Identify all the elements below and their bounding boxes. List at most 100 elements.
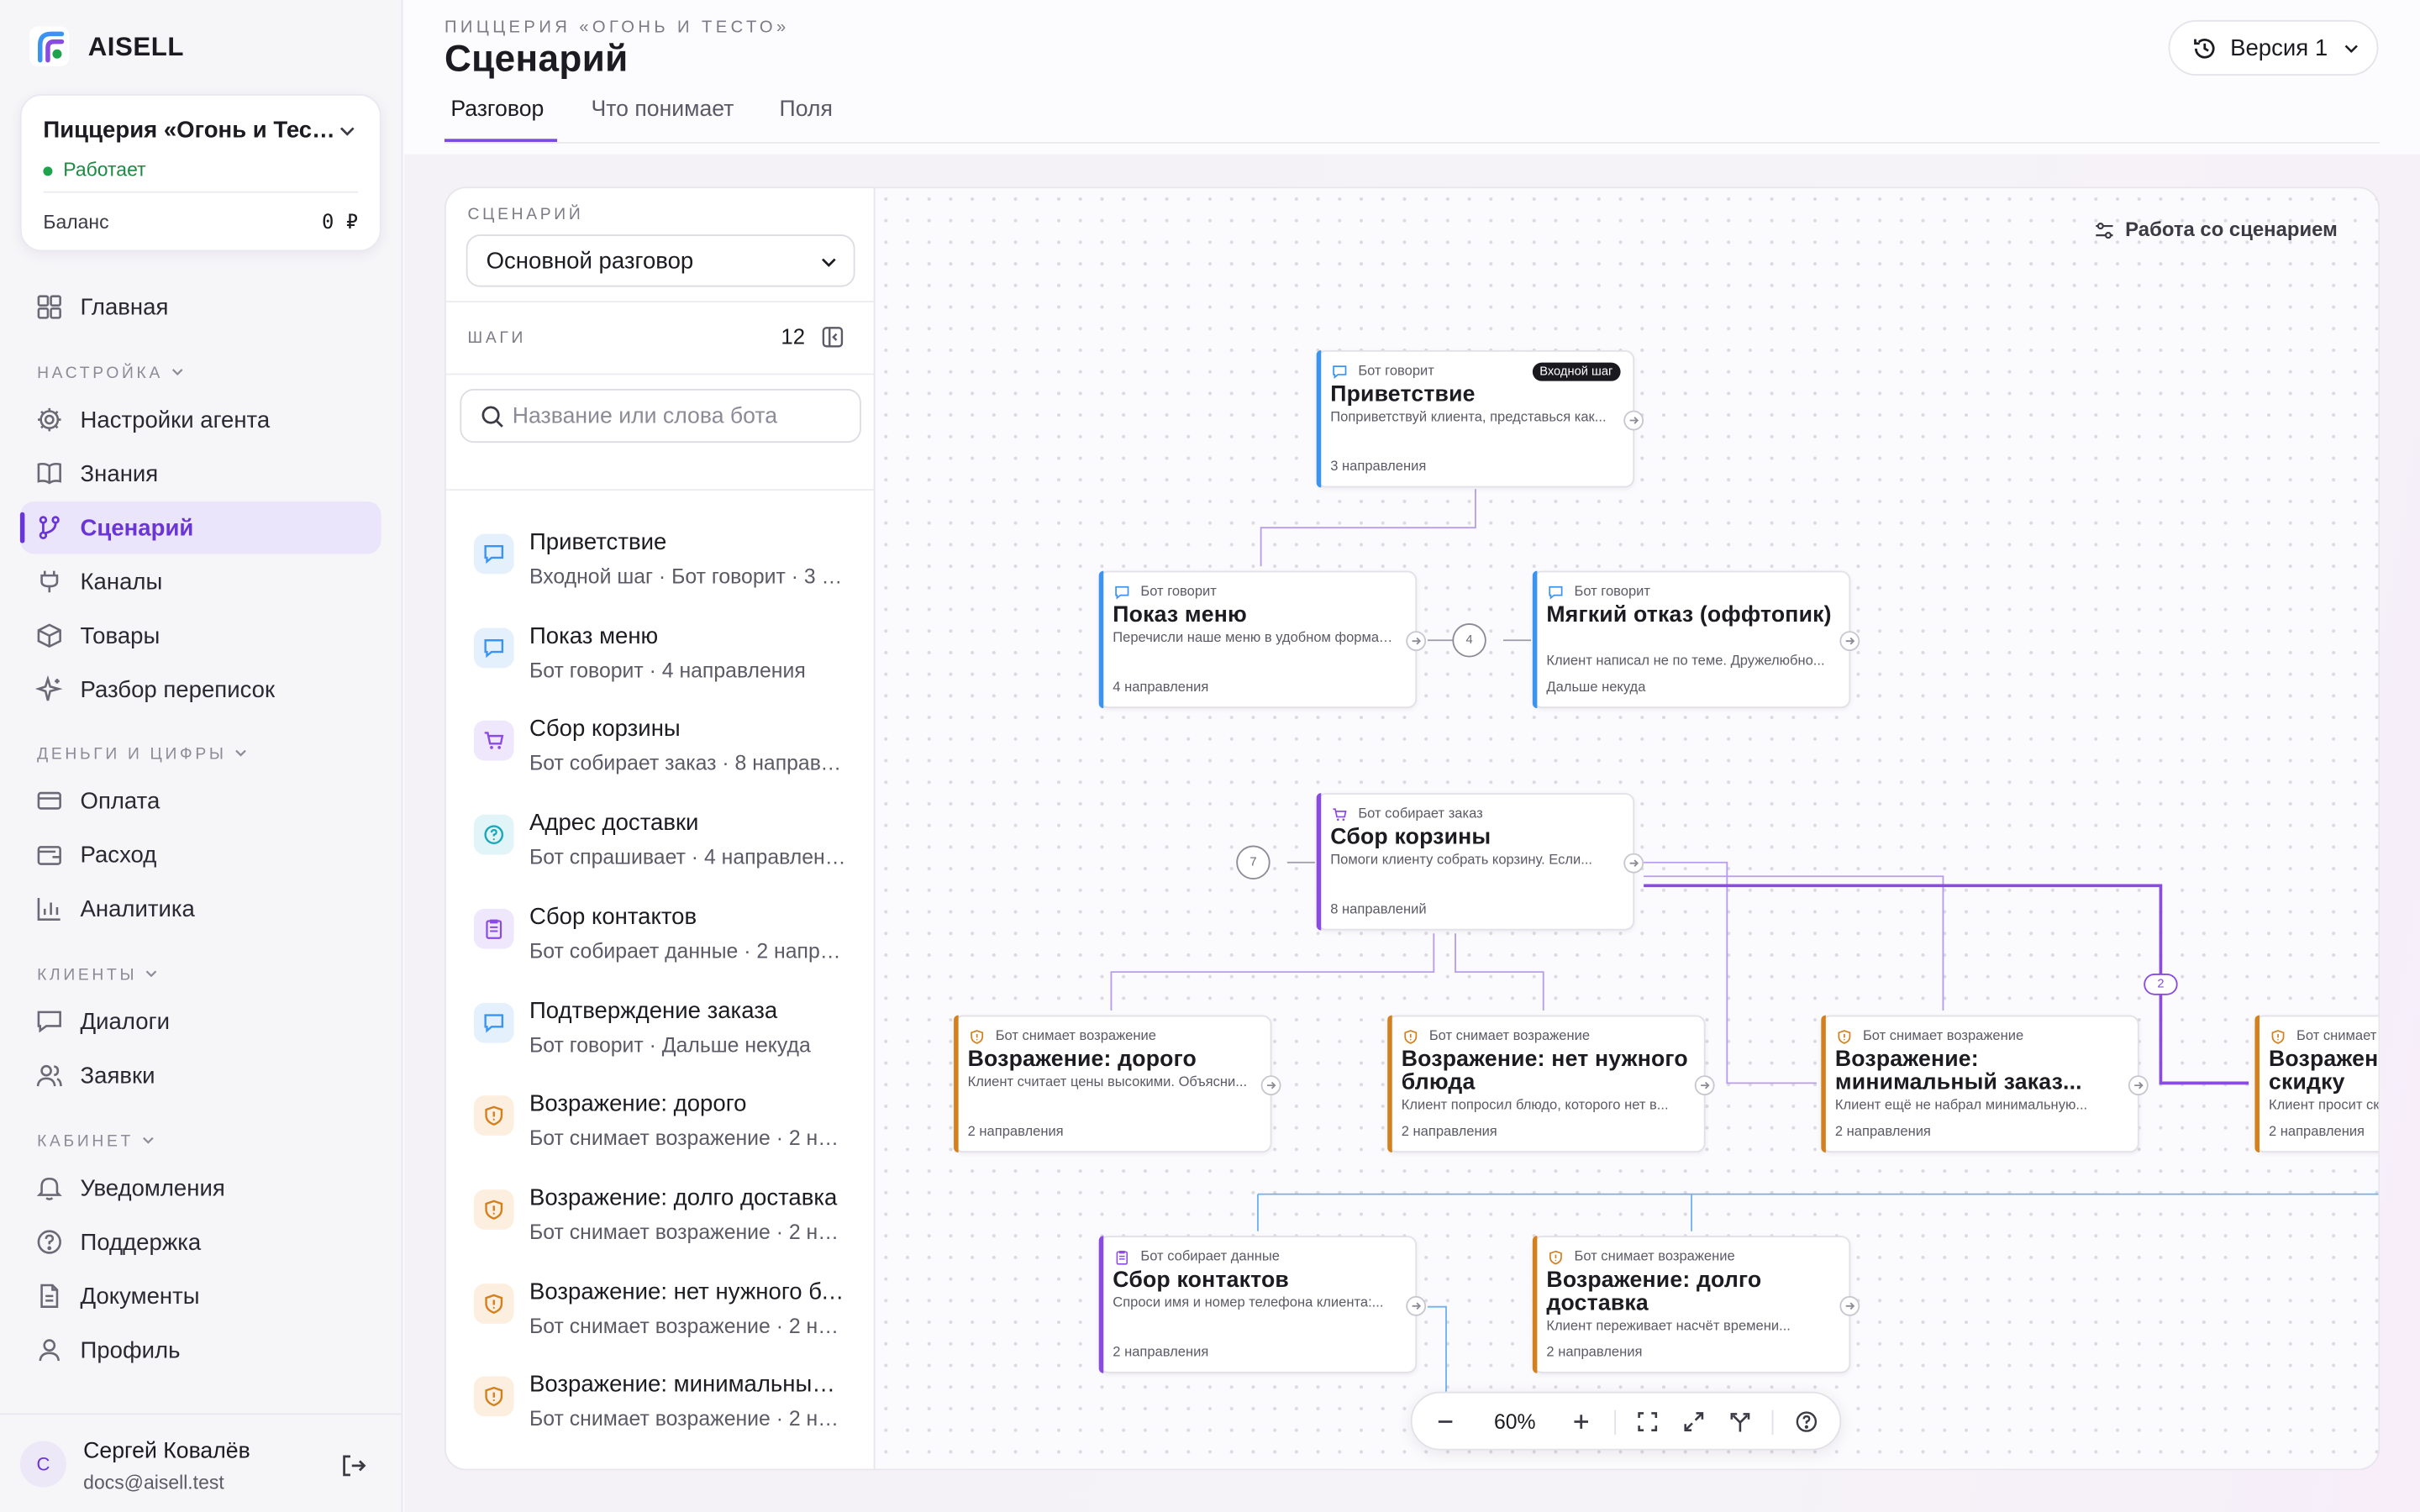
chat-icon (1549, 585, 1563, 600)
node-description: Спроси имя и номер телефона клиента:... (1113, 1294, 1384, 1310)
step-item[interactable]: Возражение: дорого Бот снимает возражение… (446, 1085, 874, 1178)
zoom-in-icon[interactable] (1570, 1410, 1593, 1434)
step-item[interactable]: Показ меню Бот говорит · 4 направления (446, 617, 874, 709)
auto-layout-icon[interactable] (1728, 1410, 1752, 1434)
version-selector[interactable]: Версия 1 (2168, 19, 2379, 76)
node-output-port[interactable] (2128, 1075, 2149, 1096)
node-output-port[interactable] (1406, 631, 1427, 652)
nav-profile[interactable]: Профиль (20, 1324, 381, 1376)
zoom-out-icon[interactable] (1434, 1410, 1457, 1434)
node-type: Бот снимает возражение (995, 1027, 1156, 1043)
scenario-node[interactable]: Бот говорит Мягкий отказ (оффтопик) Клиент… (1532, 570, 1860, 709)
connector-badge[interactable]: 7 (1236, 845, 1270, 879)
collapse-panel-icon[interactable] (821, 326, 844, 349)
node-directions: 3 направления (1330, 458, 1427, 474)
tab-conversation[interactable]: Разговор (450, 97, 544, 122)
node-output-port[interactable] (1623, 853, 1644, 874)
shield-icon (971, 1030, 984, 1044)
step-item[interactable]: Возражение: долго доставка Бот снимает во… (446, 1179, 874, 1271)
node-output-port[interactable] (1694, 1075, 1715, 1096)
scenario-node[interactable]: Бот говорит Входной шаг Приветствие Поприве… (1316, 349, 1644, 488)
node-description: Помоги клиенту собрать корзину. Если... (1330, 851, 1593, 868)
scenario-canvas[interactable]: Работа со сценарием Бот говорит Входной ш… (875, 186, 2381, 1471)
shield-icon (1404, 1030, 1418, 1044)
chat-icon (37, 1011, 61, 1033)
section-clients[interactable]: КЛИЕНТЫ (37, 966, 157, 984)
nav-analytics[interactable]: Аналитика (20, 883, 381, 935)
step-item[interactable]: Возражение: хочет скидку (446, 1460, 874, 1469)
step-search[interactable] (460, 388, 861, 444)
divider (445, 301, 874, 302)
step-item[interactable]: Сбор корзины Бот собирает заказ · 8 напра… (446, 711, 874, 803)
connector-badge[interactable]: 2 (2144, 973, 2178, 995)
nav-label: Главная (80, 294, 169, 322)
node-title: Мягкий отказ (оффтопик) (1546, 603, 1832, 628)
org-card[interactable]: Пиццерия «Огонь и Тесто» Работает Баланс… (19, 94, 381, 252)
step-item[interactable]: Возражение: нет нужного блюда Бот снимает… (446, 1273, 874, 1365)
nav-knowledge[interactable]: Знания (20, 448, 381, 500)
section-settings[interactable]: НАСТРОЙКА (37, 364, 183, 383)
expand-icon[interactable] (1682, 1410, 1706, 1434)
scenario-node[interactable]: Бот снимает возражение Возражение: дорого… (954, 1015, 1281, 1153)
scenario-node[interactable]: Бот снимает возражение Возражение: минима… (1821, 1015, 2149, 1153)
zoom-level: 60% (1493, 1410, 1536, 1434)
nav-scenario[interactable]: Сценарий (19, 501, 381, 554)
nav-channels[interactable]: Каналы (20, 555, 381, 607)
scenario-node[interactable]: Бот снимает возражение Возражение: хочет … (2254, 1015, 2379, 1153)
nav-support[interactable]: Поддержка (20, 1215, 381, 1268)
connector-badge[interactable]: 4 (1452, 623, 1486, 658)
nav-documents[interactable]: Документы (20, 1270, 381, 1322)
fit-view-icon[interactable] (1636, 1410, 1660, 1434)
steps-panel: СЦЕНАРИЙ Основной разговор ШАГИ 12 Приве… (444, 186, 876, 1471)
help-icon[interactable] (1795, 1410, 1818, 1434)
section-cabinet[interactable]: КАБИНЕТ (37, 1132, 154, 1151)
scenario-node[interactable]: Бот собирает данные Сбор контактов Спроси … (1098, 1236, 1427, 1373)
logout-icon[interactable] (339, 1452, 367, 1479)
node-output-port[interactable] (1839, 631, 1860, 652)
step-subtitle: Бот говорит · 4 направления (529, 658, 806, 682)
sidebar: AISELL Пиццерия «Огонь и Тесто» Работает… (0, 0, 403, 1512)
shield-icon (473, 1283, 514, 1324)
node-output-port[interactable] (1260, 1075, 1281, 1096)
tab-understands[interactable]: Что понимает (591, 97, 734, 122)
tabs-divider (444, 141, 2381, 144)
nav-notifications[interactable]: Уведомления (20, 1162, 381, 1214)
node-description: Клиент ещё не набрал минимальную... (1834, 1096, 2088, 1113)
search-input[interactable] (512, 401, 844, 433)
scenario-node[interactable]: Бот говорит Показ меню Перечисли наше меню… (1098, 570, 1427, 709)
section-label: КАБИНЕТ (37, 1132, 134, 1152)
arrow-right-icon (1701, 1081, 1710, 1089)
scenario-node[interactable]: Бот собирает заказ Сбор корзины Помоги кли… (1316, 793, 1644, 931)
nav-expense[interactable]: Расход (20, 828, 381, 880)
scenario-node[interactable]: Бот снимает возражение Возражение: нет ну… (1387, 1015, 1715, 1153)
step-item[interactable]: Сбор контактов Бот собирает данные · 2 на… (446, 898, 874, 990)
step-title: Сбор корзины (529, 716, 681, 743)
tab-fields[interactable]: Поля (780, 97, 833, 122)
nav-dialogs[interactable]: Диалоги (20, 995, 381, 1047)
scenario-select[interactable]: Основной разговор (466, 234, 855, 287)
nav-products[interactable]: Товары (20, 610, 381, 662)
step-item[interactable]: Адрес доставки Бот спрашивает · 4 направл… (446, 804, 874, 896)
step-item[interactable]: Возражение: минимальный заказ Бот снимает… (446, 1366, 874, 1458)
nav-home[interactable]: Главная (20, 281, 381, 333)
node-output-port[interactable] (1839, 1295, 1860, 1316)
node-accent (1821, 1015, 1826, 1153)
nav-requests[interactable]: Заявки (20, 1049, 381, 1101)
step-subtitle: Бот говорит · Дальше некуда (529, 1032, 811, 1057)
scenario-value: Основной разговор (486, 248, 694, 275)
node-accent (2254, 1015, 2260, 1153)
node-output-port[interactable] (1406, 1295, 1427, 1316)
question-icon (473, 814, 514, 855)
arrow-right-icon (1845, 637, 1855, 645)
step-item[interactable]: Приветствие Входной шаг · Бот говорит · 3… (446, 523, 874, 616)
section-money[interactable]: ДЕНЬГИ И ЦИФРЫ (37, 745, 246, 764)
aisell-logo (29, 26, 70, 66)
step-title: Сбор контактов (529, 903, 697, 931)
nav-chat-review[interactable]: Разбор переписок (20, 664, 381, 716)
scenario-node[interactable]: Бот снимает возражение Возражение: долго … (1532, 1236, 1860, 1373)
step-item[interactable]: Подтверждение заказа Бот говорит · Дальше… (446, 991, 874, 1084)
node-output-port[interactable] (1623, 410, 1644, 431)
nav-label: Поддержка (80, 1229, 202, 1257)
nav-agent-settings[interactable]: Настройки агента (20, 393, 381, 445)
nav-payment[interactable]: Оплата (20, 774, 381, 827)
